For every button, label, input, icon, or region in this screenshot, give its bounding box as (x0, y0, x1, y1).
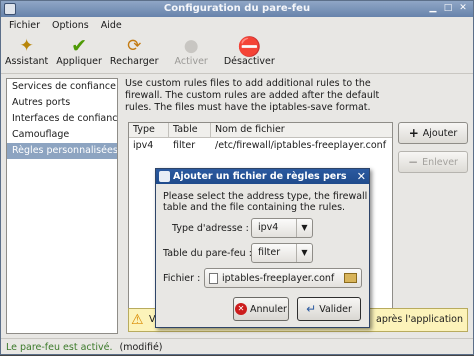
dialog-message: Please select the address type, the fire… (163, 191, 368, 213)
column-filename[interactable]: Nom de fichier (211, 123, 392, 137)
menu-options[interactable]: Options (52, 17, 89, 34)
menu-bar: Fichier Options Aide (1, 17, 473, 34)
sidebar-item-custom-rules[interactable]: Règles personnalisées (7, 143, 117, 159)
table-header: Type Table Nom de fichier (129, 123, 392, 138)
chevron-down-icon: ▼ (296, 219, 312, 237)
cancel-button[interactable]: ✕ Annuler (233, 297, 289, 321)
dialog-close-icon[interactable]: ✕ (357, 169, 366, 184)
sidebar-item-trusted-interfaces[interactable]: Interfaces de confiance (7, 111, 117, 127)
info-text: Use custom rules files to add additional… (125, 78, 380, 113)
stop-icon: ⛔ (237, 35, 262, 58)
firewall-table-label: Table du pare-feu : (163, 248, 252, 259)
title-bar: Configuration du pare-feu ▁ □ ✕ (1, 1, 473, 17)
enter-arrow-icon: ↵ (306, 302, 317, 316)
menu-fichier[interactable]: Fichier (9, 17, 40, 34)
main-window: Configuration du pare-feu ▁ □ ✕ Fichier … (0, 0, 474, 355)
enable-button[interactable]: ● Activer (175, 34, 208, 73)
address-type-label: Type d'adresse : (172, 223, 249, 234)
dialog-window-icon (159, 171, 170, 182)
close-icon[interactable]: ✕ (457, 3, 469, 15)
file-label: Fichier : (163, 273, 201, 284)
validate-button[interactable]: ↵ Valider (297, 297, 361, 321)
cell-table: filter (173, 140, 196, 151)
enable-icon: ● (183, 36, 199, 56)
address-type-select[interactable]: ipv4 ▼ (251, 218, 313, 238)
disable-button[interactable]: ⛔ Désactiver (224, 34, 275, 73)
reload-icon: ⟳ (127, 36, 142, 56)
cancel-icon: ✕ (235, 303, 248, 315)
cell-type: ipv4 (133, 140, 154, 151)
column-type[interactable]: Type (129, 123, 169, 137)
file-icon (209, 272, 218, 284)
dialog-title: Ajouter un fichier de règles pers (173, 171, 347, 182)
chevron-down-icon: ▼ (296, 244, 312, 262)
toolbar: ✦ Assistant ✔ Appliquer ⟳ Recharger ● Ac… (1, 34, 473, 74)
reload-button[interactable]: ⟳ Recharger (110, 34, 159, 73)
remove-button[interactable]: − Enlever (398, 151, 468, 173)
sidebar-item-other-ports[interactable]: Autres ports (7, 95, 117, 111)
category-list: Services de confiance Autres ports Inter… (6, 78, 118, 334)
modified-indicator: (modifié) (119, 342, 163, 353)
minimize-icon[interactable]: ▁ (427, 3, 439, 15)
column-table[interactable]: Table (169, 123, 211, 137)
plus-icon: + (408, 126, 419, 140)
add-button[interactable]: + Ajouter (398, 122, 468, 144)
wizard-wand-icon: ✦ (19, 36, 34, 56)
add-rules-file-dialog: Ajouter un fichier de règles pers ✕ Plea… (155, 168, 370, 328)
apply-button[interactable]: ✔ Appliquer (56, 34, 102, 73)
maximize-icon[interactable]: □ (442, 3, 454, 15)
folder-icon (344, 273, 357, 283)
custom-rules-panel: Use custom rules files to add additional… (125, 78, 470, 332)
file-chooser-button[interactable]: iptables-freeplayer.conf (204, 268, 362, 288)
status-bar: Le pare-feu est activé. (modifié) (1, 338, 473, 355)
window-title: Configuration du pare-feu (163, 3, 311, 14)
status-text: Le pare-feu est activé. (6, 342, 113, 353)
checkmark-icon: ✔ (71, 35, 88, 57)
warning-icon: ⚠ (131, 312, 144, 328)
assistant-button[interactable]: ✦ Assistant (5, 34, 48, 73)
cell-filename: /etc/firewall/iptables-freeplayer.conf (215, 140, 387, 151)
window-menu-icon[interactable] (4, 3, 16, 15)
minus-icon: − (408, 155, 419, 169)
sidebar-item-trusted-services[interactable]: Services de confiance (7, 79, 117, 95)
sidebar-item-masquerading[interactable]: Camouflage (7, 127, 117, 143)
dialog-title-bar: Ajouter un fichier de règles pers ✕ (156, 169, 369, 184)
table-row[interactable]: ipv4 filter /etc/firewall/iptables-freep… (129, 138, 392, 153)
menu-aide[interactable]: Aide (101, 17, 122, 34)
firewall-table-select[interactable]: filter ▼ (251, 243, 313, 263)
